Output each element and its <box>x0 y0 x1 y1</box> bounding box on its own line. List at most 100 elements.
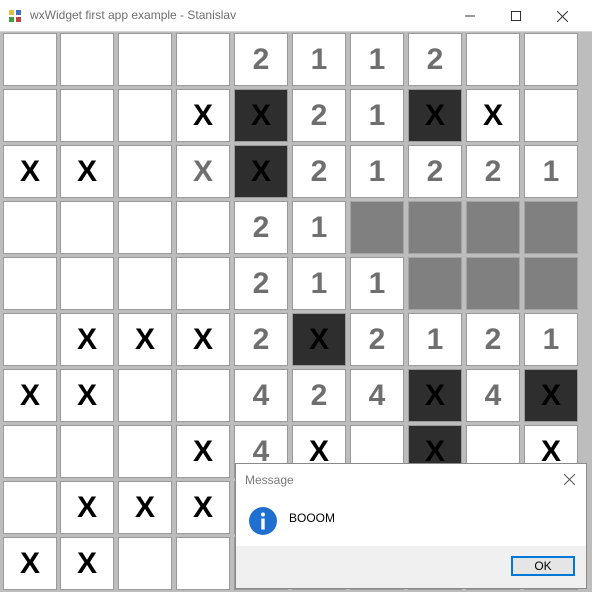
number-cell[interactable]: 2 <box>292 89 346 142</box>
mine-cell[interactable]: X <box>292 313 346 366</box>
hidden-cell[interactable] <box>3 33 57 86</box>
minimize-button[interactable] <box>447 0 493 32</box>
dialog-footer: OK <box>236 546 586 588</box>
flagged-cell[interactable]: X <box>60 369 114 422</box>
flagged-cell[interactable]: X <box>176 145 230 198</box>
number-cell[interactable]: 1 <box>292 257 346 310</box>
hidden-cell[interactable] <box>118 537 172 590</box>
title-bar[interactable]: wxWidget first app example - Stanislav <box>0 0 592 32</box>
number-cell[interactable]: 1 <box>524 313 578 366</box>
number-cell[interactable]: 1 <box>350 33 404 86</box>
number-cell[interactable]: 2 <box>234 33 288 86</box>
hidden-cell[interactable] <box>60 33 114 86</box>
revealed-cell[interactable] <box>524 201 578 254</box>
flagged-cell[interactable]: X <box>176 425 230 478</box>
app-window: wxWidget first app example - Stanislav 2… <box>0 0 592 592</box>
hidden-cell[interactable] <box>3 257 57 310</box>
dialog-title: Message <box>245 473 294 487</box>
hidden-cell[interactable] <box>118 201 172 254</box>
hidden-cell[interactable] <box>60 257 114 310</box>
flagged-cell[interactable]: X <box>60 313 114 366</box>
hidden-cell[interactable] <box>118 369 172 422</box>
revealed-cell[interactable] <box>466 201 520 254</box>
app-icon <box>9 10 21 22</box>
flagged-cell[interactable]: X <box>3 537 57 590</box>
hidden-cell[interactable] <box>118 89 172 142</box>
number-cell[interactable]: 2 <box>234 201 288 254</box>
minimize-icon <box>465 15 475 17</box>
hidden-cell[interactable] <box>524 89 578 142</box>
mine-cell[interactable]: X <box>524 369 578 422</box>
flagged-cell[interactable]: X <box>466 89 520 142</box>
number-cell[interactable]: 1 <box>350 145 404 198</box>
hidden-cell[interactable] <box>60 201 114 254</box>
number-cell[interactable]: 1 <box>350 257 404 310</box>
hidden-cell[interactable] <box>466 33 520 86</box>
message-dialog: Message BOOOM OK <box>235 463 587 589</box>
number-cell[interactable]: 1 <box>408 313 462 366</box>
flagged-cell[interactable]: X <box>3 145 57 198</box>
dialog-close-button[interactable] <box>560 470 578 488</box>
hidden-cell[interactable] <box>118 33 172 86</box>
maximize-button[interactable] <box>493 0 539 32</box>
number-cell[interactable]: 2 <box>466 145 520 198</box>
flagged-cell[interactable]: X <box>176 313 230 366</box>
hidden-cell[interactable] <box>524 33 578 86</box>
number-cell[interactable]: 4 <box>350 369 404 422</box>
info-icon <box>249 507 277 535</box>
hidden-cell[interactable] <box>176 201 230 254</box>
number-cell[interactable]: 2 <box>292 145 346 198</box>
maximize-icon <box>511 11 521 21</box>
number-cell[interactable]: 4 <box>466 369 520 422</box>
hidden-cell[interactable] <box>176 257 230 310</box>
flagged-cell[interactable]: X <box>60 145 114 198</box>
number-cell[interactable]: 2 <box>408 145 462 198</box>
revealed-cell[interactable] <box>466 257 520 310</box>
flagged-cell[interactable]: X <box>60 537 114 590</box>
close-icon <box>563 473 575 485</box>
hidden-cell[interactable] <box>3 481 57 534</box>
hidden-cell[interactable] <box>3 313 57 366</box>
flagged-cell[interactable]: X <box>3 369 57 422</box>
hidden-cell[interactable] <box>60 89 114 142</box>
number-cell[interactable]: 1 <box>350 89 404 142</box>
number-cell[interactable]: 1 <box>292 33 346 86</box>
hidden-cell[interactable] <box>176 33 230 86</box>
flagged-cell[interactable]: X <box>118 313 172 366</box>
revealed-cell[interactable] <box>350 201 404 254</box>
revealed-cell[interactable] <box>524 257 578 310</box>
close-icon <box>556 10 568 22</box>
hidden-cell[interactable] <box>3 425 57 478</box>
number-cell[interactable]: 2 <box>292 369 346 422</box>
flagged-cell[interactable]: X <box>118 481 172 534</box>
hidden-cell[interactable] <box>118 425 172 478</box>
mine-cell[interactable]: X <box>234 89 288 142</box>
window-title: wxWidget first app example - Stanislav <box>30 8 237 22</box>
number-cell[interactable]: 2 <box>234 257 288 310</box>
revealed-cell[interactable] <box>408 257 462 310</box>
mine-cell[interactable]: X <box>408 369 462 422</box>
hidden-cell[interactable] <box>176 369 230 422</box>
hidden-cell[interactable] <box>3 201 57 254</box>
dialog-message: BOOOM <box>289 511 336 525</box>
number-cell[interactable]: 2 <box>350 313 404 366</box>
number-cell[interactable]: 2 <box>408 33 462 86</box>
hidden-cell[interactable] <box>60 425 114 478</box>
number-cell[interactable]: 4 <box>234 369 288 422</box>
flagged-cell[interactable]: X <box>60 481 114 534</box>
hidden-cell[interactable] <box>3 89 57 142</box>
close-window-button[interactable] <box>539 0 585 32</box>
number-cell[interactable]: 1 <box>292 201 346 254</box>
number-cell[interactable]: 2 <box>234 313 288 366</box>
mine-cell[interactable]: X <box>408 89 462 142</box>
hidden-cell[interactable] <box>176 537 230 590</box>
ok-button[interactable]: OK <box>511 556 575 576</box>
hidden-cell[interactable] <box>118 257 172 310</box>
flagged-cell[interactable]: X <box>176 89 230 142</box>
hidden-cell[interactable] <box>118 145 172 198</box>
flagged-cell[interactable]: X <box>176 481 230 534</box>
number-cell[interactable]: 1 <box>524 145 578 198</box>
revealed-cell[interactable] <box>408 201 462 254</box>
mine-cell[interactable]: X <box>234 145 288 198</box>
number-cell[interactable]: 2 <box>466 313 520 366</box>
